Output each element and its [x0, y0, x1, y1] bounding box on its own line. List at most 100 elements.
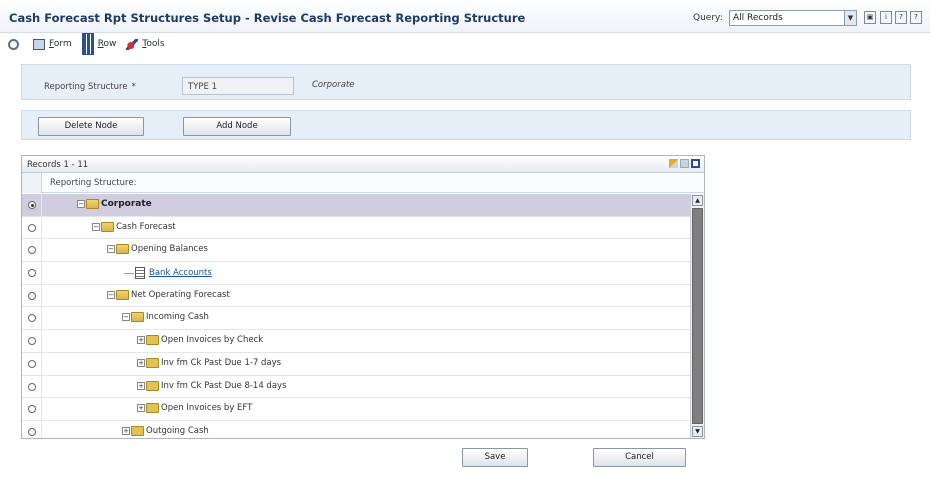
- reporting-structure-label-text: Reporting Structure: [44, 82, 128, 92]
- required-mark: *: [131, 82, 136, 92]
- export-icon[interactable]: [680, 159, 689, 168]
- collapse-icon[interactable]: −: [92, 222, 100, 231]
- table-row[interactable]: − Opening Balances: [22, 239, 690, 263]
- table-row[interactable]: − Cash Forecast: [22, 216, 690, 240]
- reporting-structure-description: Corporate: [312, 80, 355, 90]
- table-row[interactable]: + Inv fm Ck Past Due 1-7 days: [22, 352, 690, 376]
- tree-node[interactable]: − Corporate: [77, 199, 152, 209]
- tree-node[interactable]: − Incoming Cash: [122, 312, 209, 323]
- tree-node[interactable]: − Net Operating Forecast: [107, 289, 230, 300]
- row-radio[interactable]: [28, 337, 36, 346]
- chevron-down-icon[interactable]: ▼: [844, 11, 856, 25]
- tree-node[interactable]: + Inv fm Ck Past Due 1-7 days: [137, 357, 282, 368]
- personalize-icon[interactable]: ▣: [864, 11, 876, 24]
- query-label: Query:: [693, 13, 723, 23]
- select-column-header: [22, 173, 42, 193]
- row-radio[interactable]: [28, 269, 36, 278]
- folder-open-icon: [86, 199, 99, 209]
- reporting-structure-label: Reporting Structure *: [44, 82, 136, 92]
- cancel-button[interactable]: Cancel: [593, 448, 686, 467]
- save-button[interactable]: Save: [462, 448, 528, 467]
- tree-node[interactable]: + Open Invoices by EFT: [137, 403, 252, 414]
- table-row[interactable]: + Inv fm Ck Past Due 8-14 days: [22, 375, 690, 399]
- collapse-icon[interactable]: −: [77, 200, 85, 208]
- tree-node[interactable]: Bank Accounts: [124, 267, 212, 280]
- filter-icon[interactable]: [669, 159, 678, 168]
- help-icon[interactable]: ?: [895, 11, 907, 24]
- row-select-cell: [22, 375, 42, 398]
- collapse-icon[interactable]: −: [107, 245, 115, 254]
- reporting-structure-field[interactable]: TYPE 1: [182, 77, 294, 95]
- expand-icon[interactable]: +: [137, 336, 145, 345]
- expand-icon[interactable]: +: [137, 381, 145, 390]
- row-radio[interactable]: [28, 201, 36, 209]
- table-row[interactable]: − Incoming Cash: [22, 307, 690, 331]
- tools-menu[interactable]: Tools: [126, 38, 165, 50]
- collapse-icon[interactable]: −: [107, 290, 115, 299]
- row-select-cell: [22, 352, 42, 375]
- vertical-scrollbar[interactable]: ▲ ▼: [690, 194, 704, 438]
- tree-node[interactable]: + Inv fm Ck Past Due 8-14 days: [137, 380, 287, 391]
- expand-icon[interactable]: +: [137, 358, 145, 367]
- row-radio[interactable]: [28, 246, 36, 255]
- scroll-down-icon[interactable]: ▼: [692, 426, 703, 437]
- folder-icon: [146, 380, 159, 391]
- document-icon: [135, 267, 145, 280]
- tree-rows: − Corporate − Cash Forecast − Opening Ba…: [22, 194, 690, 438]
- folder-icon: [146, 357, 159, 368]
- action-panel: Delete Node Add Node: [21, 110, 911, 140]
- tree-node[interactable]: − Opening Balances: [107, 244, 208, 255]
- row-radio[interactable]: [28, 405, 36, 414]
- header-panel: Reporting Structure * TYPE 1 Corporate: [21, 64, 911, 100]
- table-row[interactable]: − Net Operating Forecast: [22, 284, 690, 308]
- query-value: All Records: [733, 13, 783, 23]
- node-label: Net Operating Forecast: [131, 289, 230, 300]
- table-row[interactable]: − Corporate: [22, 194, 690, 217]
- scroll-up-icon[interactable]: ▲: [692, 195, 703, 206]
- add-node-button[interactable]: Add Node: [183, 117, 291, 136]
- tree-node[interactable]: + Open Invoices by Check: [137, 335, 264, 346]
- row-select-cell: [22, 330, 42, 352]
- column-header: Reporting Structure:: [22, 173, 704, 193]
- form-icon: [33, 38, 45, 50]
- row-radio[interactable]: [28, 382, 36, 391]
- row-menu[interactable]: Row: [81, 32, 116, 56]
- scroll-thumb[interactable]: [692, 208, 703, 424]
- table-row[interactable]: + Outgoing Cash: [22, 420, 690, 438]
- form-menu[interactable]: Form: [33, 38, 72, 50]
- node-label: Inv fm Ck Past Due 1-7 days: [161, 357, 282, 368]
- row-radio[interactable]: [28, 427, 36, 436]
- node-link[interactable]: Bank Accounts: [149, 268, 212, 278]
- table-row[interactable]: + Open Invoices by EFT: [22, 398, 690, 421]
- refresh-icon: [8, 38, 19, 50]
- help-icon[interactable]: ?: [910, 11, 922, 24]
- delete-node-button[interactable]: Delete Node: [38, 117, 144, 136]
- expand-icon[interactable]: +: [122, 426, 130, 435]
- row-select-cell: [22, 194, 42, 216]
- node-label: Open Invoices by Check: [161, 335, 264, 346]
- row-radio[interactable]: [28, 314, 36, 323]
- tools-icon: [126, 38, 139, 50]
- row-radio[interactable]: [28, 359, 36, 368]
- tools-menu-label: Tools: [142, 39, 165, 49]
- row-select-cell: [22, 284, 42, 307]
- folder-icon: [146, 335, 159, 346]
- folder-icon: [146, 403, 159, 414]
- info-icon[interactable]: i: [880, 11, 892, 24]
- query-select[interactable]: All Records ▼: [729, 10, 857, 26]
- tree-node[interactable]: + Outgoing Cash: [122, 425, 209, 436]
- folder-open-icon: [101, 221, 114, 232]
- row-radio[interactable]: [28, 291, 36, 300]
- toolbar-first-button[interactable]: [8, 38, 23, 50]
- table-row[interactable]: Bank Accounts: [22, 262, 690, 285]
- row-radio[interactable]: [28, 223, 36, 232]
- tree-node[interactable]: − Cash Forecast: [92, 221, 176, 232]
- row-select-cell: [22, 216, 42, 239]
- table-row[interactable]: + Open Invoices by Check: [22, 330, 690, 353]
- expand-icon[interactable]: +: [137, 404, 145, 413]
- maximize-icon[interactable]: [691, 159, 700, 168]
- title-bar: Cash Forecast Rpt Structures Setup - Rev…: [0, 0, 930, 33]
- node-label: Corporate: [101, 199, 152, 209]
- collapse-icon[interactable]: −: [122, 313, 130, 322]
- column-header-label: Reporting Structure:: [50, 178, 137, 188]
